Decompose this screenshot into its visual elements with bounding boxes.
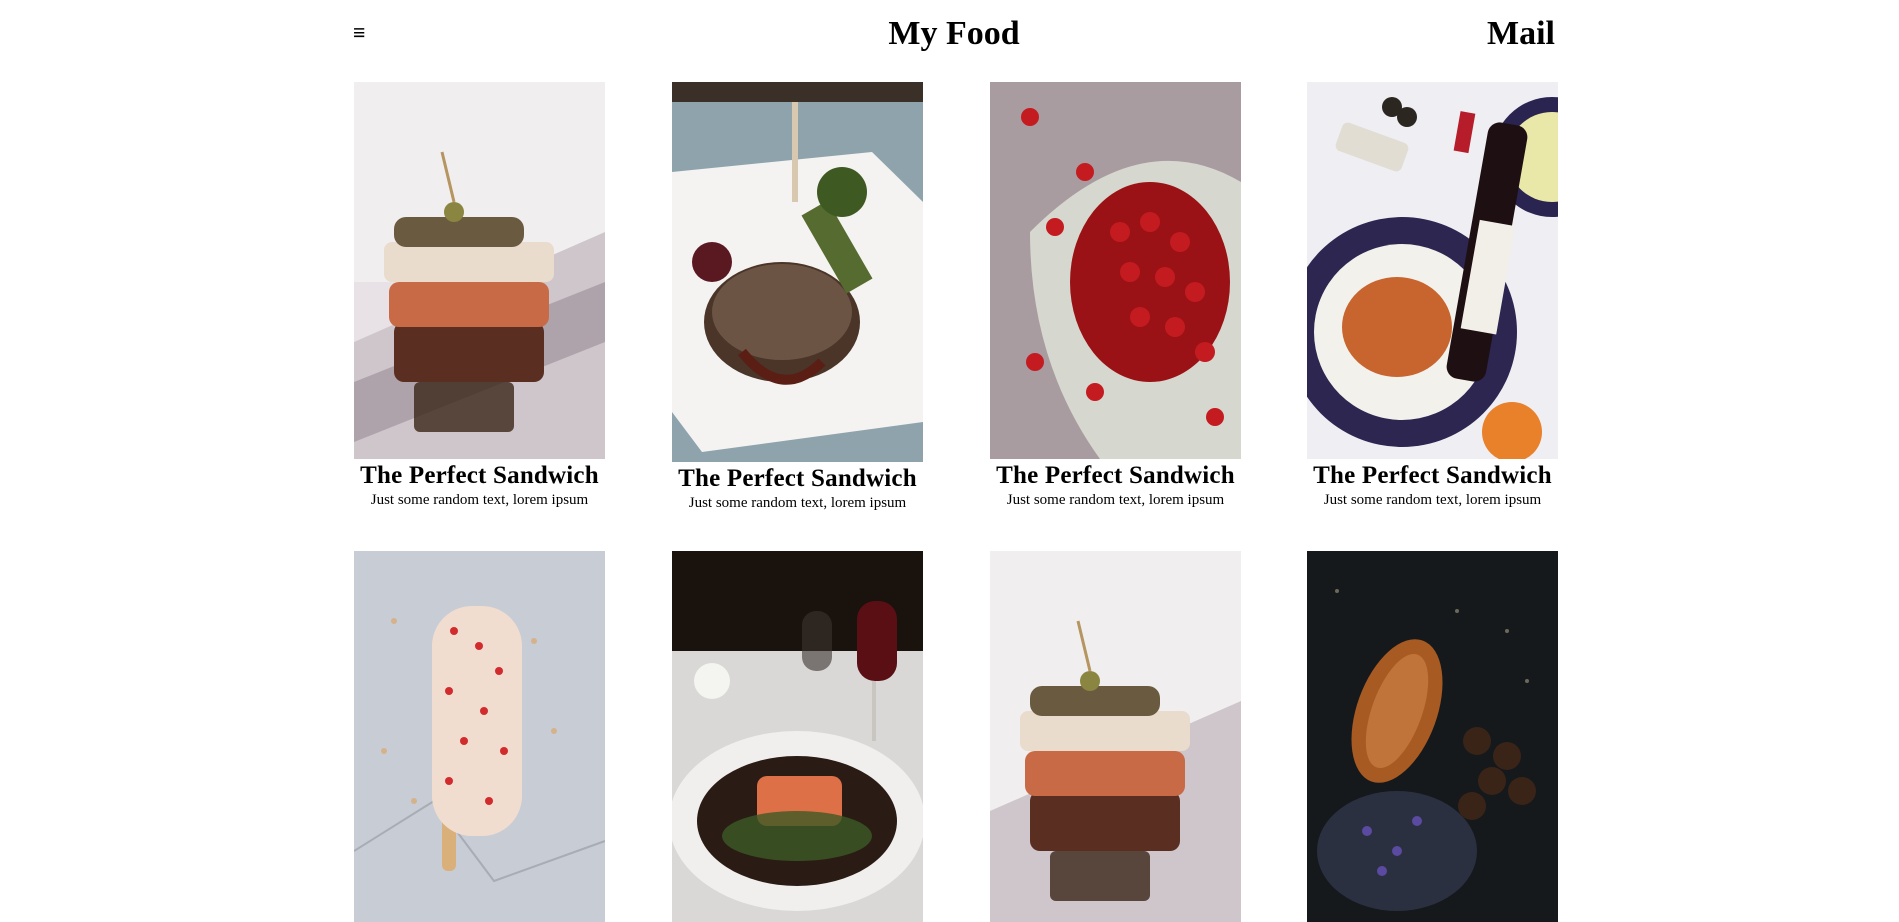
card-title: The Perfect Sandwich bbox=[360, 462, 599, 489]
steak-photo bbox=[672, 82, 923, 462]
popsicle-photo bbox=[354, 551, 605, 922]
food-card[interactable]: The Perfect Sandwich Just some random te… bbox=[672, 82, 923, 512]
card-text: Just some random text, lorem ipsum bbox=[1323, 492, 1542, 508]
food-card[interactable] bbox=[672, 551, 923, 922]
food-card[interactable]: The Perfect Sandwich Just some random te… bbox=[990, 82, 1241, 509]
salmon-photo bbox=[672, 551, 923, 922]
card-title: The Perfect Sandwich bbox=[678, 465, 917, 492]
sandwich-photo bbox=[990, 551, 1241, 922]
food-card[interactable] bbox=[1307, 551, 1558, 922]
sandwich-photo bbox=[354, 82, 605, 459]
cherries-photo bbox=[990, 82, 1241, 459]
card-text: Just some random text, lorem ipsum bbox=[688, 495, 907, 511]
croissant-photo bbox=[1307, 551, 1558, 922]
page-title: My Food bbox=[888, 15, 1020, 52]
food-card[interactable] bbox=[354, 551, 605, 922]
wine-pasta-photo bbox=[1307, 82, 1558, 459]
card-title: The Perfect Sandwich bbox=[996, 462, 1235, 489]
top-navigation-bar: ≡ My Food Mail bbox=[353, 0, 1555, 70]
mail-link[interactable]: Mail bbox=[1487, 14, 1555, 54]
food-card[interactable]: The Perfect Sandwich Just some random te… bbox=[354, 82, 605, 509]
card-title: The Perfect Sandwich bbox=[1313, 462, 1552, 489]
card-text: Just some random text, lorem ipsum bbox=[1006, 492, 1225, 508]
card-text: Just some random text, lorem ipsum bbox=[370, 492, 589, 508]
food-card[interactable]: The Perfect Sandwich Just some random te… bbox=[1307, 82, 1558, 509]
food-card[interactable] bbox=[990, 551, 1241, 922]
